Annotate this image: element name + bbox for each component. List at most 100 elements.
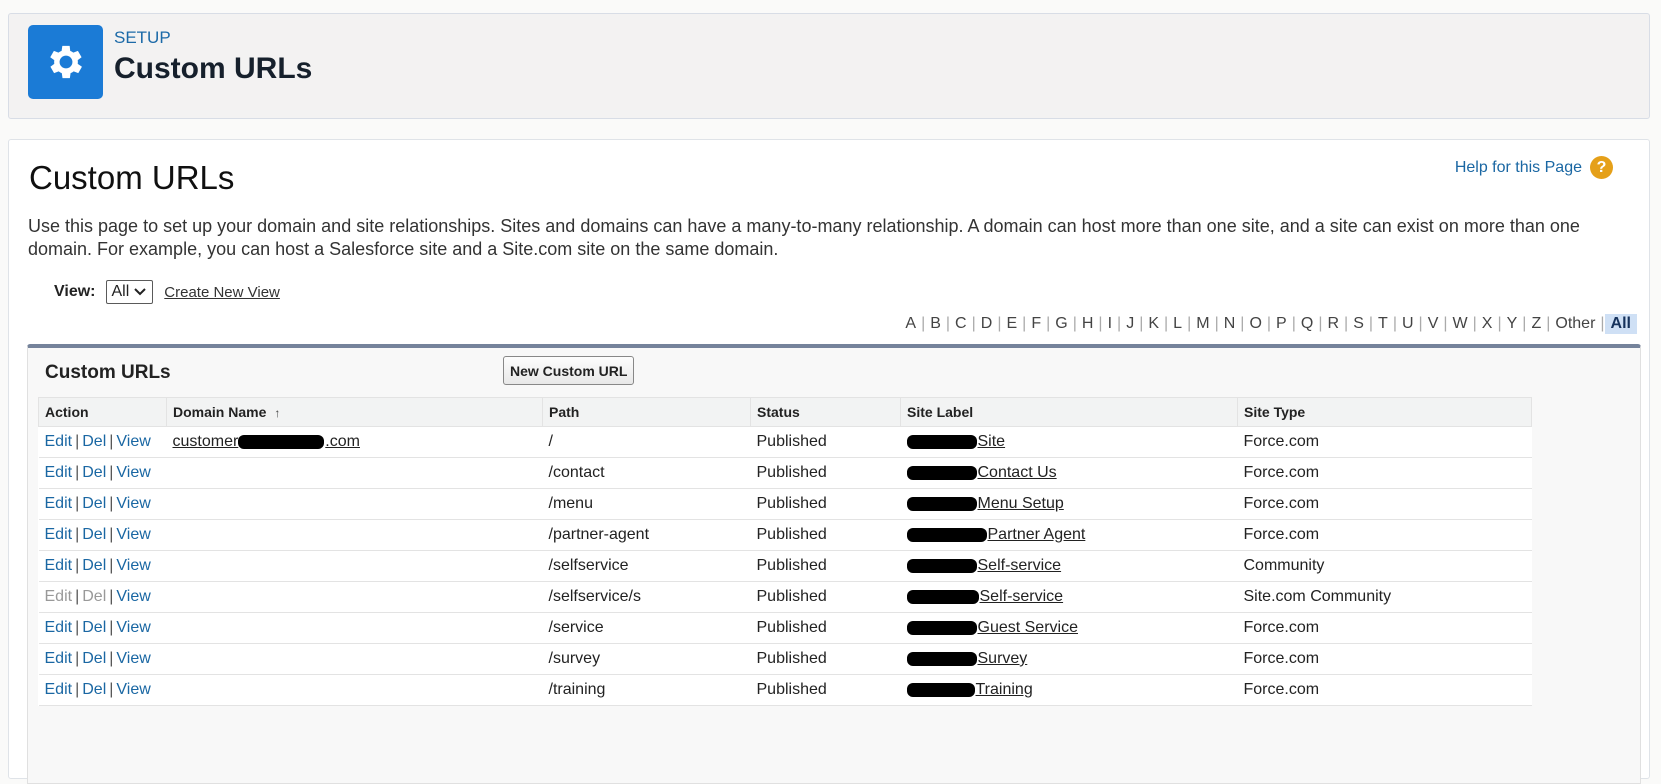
alphabet-letter-v[interactable]: V <box>1423 315 1444 333</box>
alphabet-letter-k[interactable]: K <box>1143 315 1164 333</box>
alphabet-letter-m[interactable]: M <box>1191 315 1214 333</box>
domain-name-cell <box>166 643 543 675</box>
del-link[interactable]: Del <box>82 619 106 636</box>
alphabet-letter-w[interactable]: W <box>1448 315 1473 333</box>
edit-link[interactable]: Edit <box>45 557 73 574</box>
alphabet-letter-b[interactable]: B <box>925 315 946 333</box>
alphabet-letter-j[interactable]: J <box>1121 315 1139 333</box>
alphabet-letter-n[interactable]: N <box>1219 315 1241 333</box>
edit-link[interactable]: Edit <box>45 526 73 543</box>
help-link[interactable]: Help for this Page <box>1455 159 1582 177</box>
domain-name-link[interactable]: customer .com <box>173 433 360 450</box>
alphabet-letter-r[interactable]: R <box>1322 315 1344 333</box>
del-link[interactable]: Del <box>82 464 106 481</box>
alphabet-letter-g[interactable]: G <box>1050 315 1072 333</box>
site-type-cell: Site.com Community <box>1237 581 1532 613</box>
site-label-cell: Self-service <box>900 550 1238 582</box>
del-link[interactable]: Del <box>82 526 106 543</box>
alphabet-letter-c[interactable]: C <box>950 315 972 333</box>
site-label-link[interactable]: Self-service <box>906 588 1063 605</box>
view-link[interactable]: View <box>116 495 150 512</box>
view-link[interactable]: View <box>116 433 150 450</box>
path-cell: /contact <box>542 457 751 489</box>
action-separator: | <box>75 557 80 574</box>
alphabet-letter-t[interactable]: T <box>1373 315 1393 333</box>
redaction-mark <box>906 620 977 635</box>
column-header-status[interactable]: Status <box>750 397 901 427</box>
view-link[interactable]: View <box>116 526 150 543</box>
site-label-link[interactable]: Survey <box>906 650 1027 667</box>
del-link[interactable]: Del <box>82 433 106 450</box>
alphabet-letter-all[interactable]: All <box>1604 314 1637 334</box>
site-label-link[interactable]: Contact Us <box>906 464 1057 481</box>
column-header-site-label[interactable]: Site Label <box>900 397 1238 427</box>
redaction-mark <box>906 651 977 666</box>
view-link[interactable]: View <box>116 681 150 698</box>
action-cell: Edit | Del | View <box>38 457 167 489</box>
alphabet-letter-s[interactable]: S <box>1348 315 1369 333</box>
site-label-cell: Contact Us <box>900 457 1238 489</box>
site-label-link[interactable]: Site <box>906 433 1005 450</box>
custom-urls-related-list: Custom URLs New Custom URL Action Domain… <box>27 344 1641 784</box>
path-cell: /training <box>542 674 751 706</box>
action-separator: | <box>109 557 114 574</box>
alphabet-letter-u[interactable]: U <box>1397 315 1419 333</box>
edit-link[interactable]: Edit <box>45 619 73 636</box>
del-link[interactable]: Del <box>82 495 106 512</box>
alphabet-letter-a[interactable]: A <box>900 315 921 333</box>
alphabet-letter-y[interactable]: Y <box>1502 315 1523 333</box>
setup-header: SETUP Custom URLs <box>8 13 1650 119</box>
action-separator: | <box>75 526 80 543</box>
alphabet-letter-q[interactable]: Q <box>1296 315 1318 333</box>
site-label-cell: Site <box>900 426 1238 458</box>
alphabet-letter-x[interactable]: X <box>1477 315 1498 333</box>
edit-link[interactable]: Edit <box>45 433 73 450</box>
table-header-row: Action Domain Name ↑ Path Status Site Lab… <box>38 397 1532 427</box>
edit-link[interactable]: Edit <box>45 650 73 667</box>
alphabet-letter-o[interactable]: O <box>1244 315 1266 333</box>
column-header-site-type[interactable]: Site Type <box>1237 397 1532 427</box>
alphabet-letter-i[interactable]: I <box>1103 315 1117 333</box>
site-label-text: Menu Setup <box>977 495 1064 512</box>
view-link[interactable]: View <box>116 650 150 667</box>
edit-link[interactable]: Edit <box>45 495 73 512</box>
site-label-link[interactable]: Training <box>906 681 1033 698</box>
del-link[interactable]: Del <box>82 650 106 667</box>
view-link[interactable]: View <box>116 588 150 605</box>
view-link[interactable]: View <box>116 464 150 481</box>
alphabet-letter-h[interactable]: H <box>1077 315 1099 333</box>
site-label-link[interactable]: Partner Agent <box>906 526 1085 543</box>
alphabet-letter-d[interactable]: D <box>976 315 998 333</box>
view-link[interactable]: View <box>116 619 150 636</box>
site-label-link[interactable]: Menu Setup <box>906 495 1064 512</box>
alphabet-letter-e[interactable]: E <box>1001 315 1022 333</box>
domain-name-cell <box>166 581 543 613</box>
site-label-link[interactable]: Self-service <box>906 557 1061 574</box>
header-title: Custom URLs <box>114 52 313 85</box>
action-cell: Edit | Del | View <box>38 550 167 582</box>
redaction-mark <box>238 434 325 449</box>
alphabet-letter-l[interactable]: L <box>1168 315 1187 333</box>
column-header-domain-name[interactable]: Domain Name ↑ <box>166 397 543 427</box>
site-label-cell: Survey <box>900 643 1238 675</box>
new-custom-url-button[interactable]: New Custom URL <box>503 356 635 385</box>
alphabet-letter-z[interactable]: Z <box>1526 315 1546 333</box>
del-link[interactable]: Del <box>82 557 106 574</box>
edit-link[interactable]: Edit <box>45 464 73 481</box>
view-select[interactable]: All <box>105 280 154 304</box>
alphabet-letter-p[interactable]: P <box>1271 315 1292 333</box>
path-cell: / <box>542 426 751 458</box>
alphabet-letter-f[interactable]: F <box>1026 315 1046 333</box>
site-label-link[interactable]: Guest Service <box>906 619 1078 636</box>
alphabet-letter-other[interactable]: Other <box>1550 315 1600 333</box>
view-link[interactable]: View <box>116 557 150 574</box>
del-link[interactable]: Del <box>82 681 106 698</box>
help-icon[interactable]: ? <box>1590 156 1613 179</box>
site-type-cell: Community <box>1237 550 1532 582</box>
page-title: Custom URLs <box>29 159 235 196</box>
action-separator: | <box>109 495 114 512</box>
action-cell: Edit | Del | View <box>38 674 167 706</box>
create-new-view-link[interactable]: Create New View <box>164 284 280 301</box>
column-header-path[interactable]: Path <box>542 397 751 427</box>
edit-link[interactable]: Edit <box>45 681 73 698</box>
